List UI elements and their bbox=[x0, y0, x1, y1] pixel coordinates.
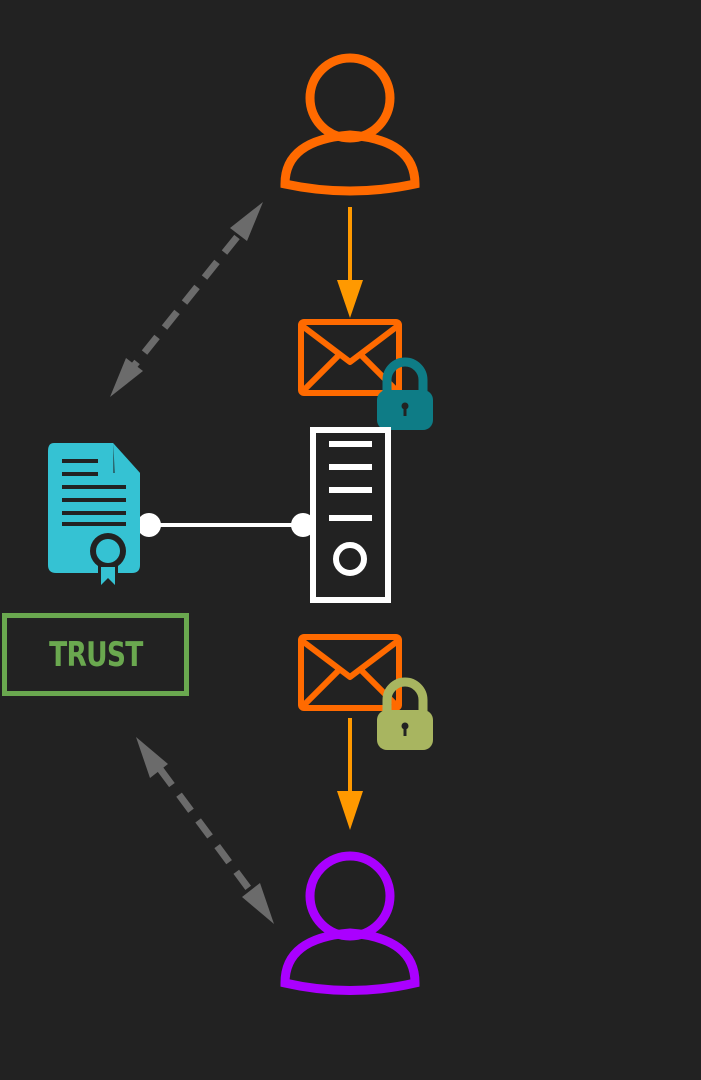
lock-icon-bottom bbox=[377, 677, 433, 750]
trust-dashed-arrow-bottom bbox=[136, 737, 274, 924]
certificate-icon bbox=[48, 443, 140, 590]
server-icon bbox=[310, 427, 391, 603]
trust-box: TRUST bbox=[2, 613, 189, 696]
flow-arrow-bottom bbox=[337, 718, 363, 830]
encryption-trust-diagram: TRUST bbox=[0, 0, 701, 1080]
trust-label: TRUST bbox=[48, 634, 143, 675]
certificate-server-connector bbox=[137, 513, 315, 537]
trust-dashed-arrow-top bbox=[110, 202, 263, 397]
diagram-canvas bbox=[48, 53, 433, 995]
flow-arrow-top bbox=[337, 207, 363, 318]
sender-user-icon bbox=[280, 53, 420, 196]
lock-icon-top bbox=[377, 357, 433, 430]
recipient-user-icon bbox=[280, 851, 420, 995]
